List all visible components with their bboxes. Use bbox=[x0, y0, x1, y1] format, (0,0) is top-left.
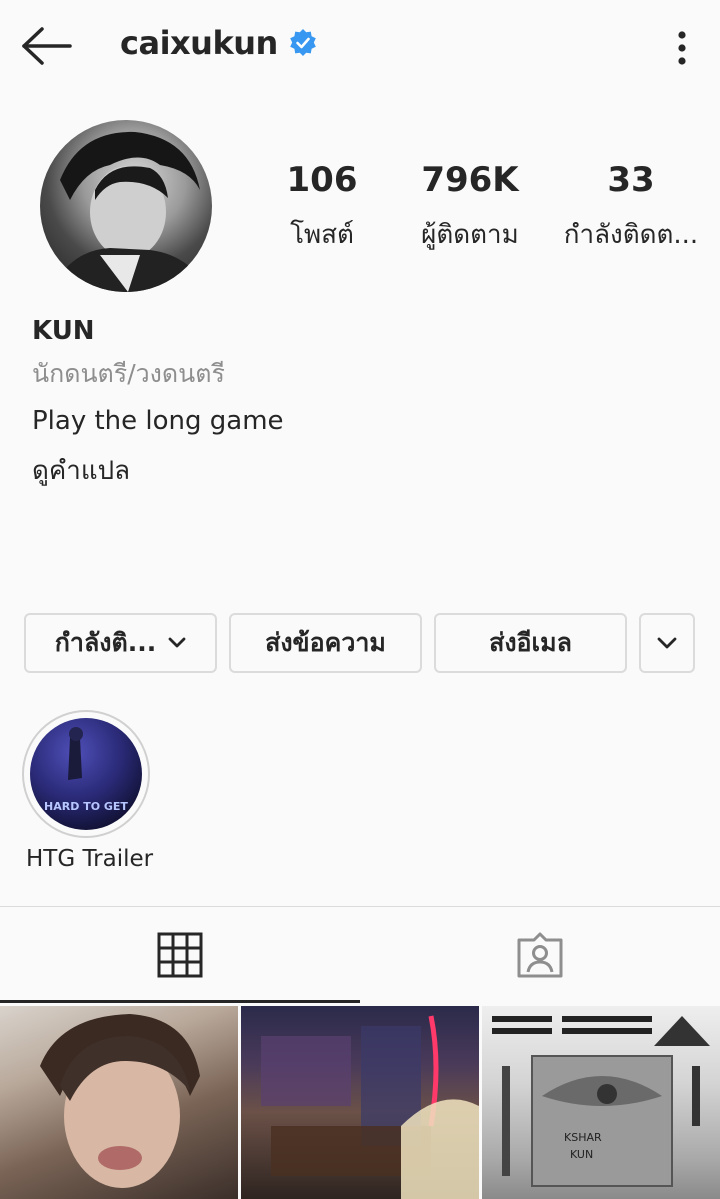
highlight-ring: HARD TO GET bbox=[22, 710, 150, 838]
post-thumbnail[interactable] bbox=[0, 1006, 238, 1199]
following-label: กำลังติดต... bbox=[563, 220, 699, 250]
back-button[interactable] bbox=[18, 26, 74, 66]
profile-category: นักดนตรี/วงดนตรี bbox=[32, 359, 225, 388]
top-bar: caixukun bbox=[0, 0, 720, 92]
username: caixukun bbox=[120, 24, 278, 62]
post-artwork: KSHAR KUN bbox=[492, 1016, 710, 1187]
following-count: 33 bbox=[607, 160, 655, 200]
chevron-down-icon bbox=[168, 637, 186, 648]
post-artwork-text-2: KUN bbox=[570, 1148, 593, 1161]
avatar-photo bbox=[50, 131, 210, 292]
email-button[interactable]: ส่งอีเมล bbox=[434, 613, 627, 673]
highlight-cover: HARD TO GET bbox=[30, 718, 142, 830]
suggested-accounts-button[interactable] bbox=[639, 613, 695, 673]
profile-stats: 106 โพสต์ 796K ผู้ติดตาม 33 กำลังติดต... bbox=[270, 160, 720, 260]
posts-count: 106 bbox=[286, 160, 358, 200]
profile-bio: KUN นักดนตรี/วงดนตรี Play the long game … bbox=[32, 316, 692, 491]
message-button-label: ส่งข้อความ bbox=[265, 628, 386, 657]
message-button[interactable]: ส่งข้อความ bbox=[229, 613, 422, 673]
post-photo bbox=[40, 1014, 200, 1188]
following-button-label: กำลังติ... bbox=[54, 628, 157, 657]
highlight-label: HTG Trailer bbox=[26, 846, 154, 872]
highlight-cover-text: HARD TO GET bbox=[44, 800, 128, 813]
more-options-button[interactable] bbox=[666, 28, 698, 68]
profile-username-header: caixukun bbox=[120, 24, 318, 62]
post-thumbnail[interactable]: KSHAR KUN bbox=[482, 1006, 720, 1199]
post-artwork-text-1: KSHAR bbox=[564, 1131, 602, 1144]
verified-badge-icon bbox=[289, 29, 316, 56]
post-photo bbox=[261, 1015, 479, 1199]
highlight-cover-art: HARD TO GET bbox=[44, 727, 128, 813]
posts-label: โพสต์ bbox=[290, 220, 354, 250]
story-highlight[interactable]: HARD TO GET bbox=[22, 710, 150, 838]
followers-label: ผู้ติดตาม bbox=[421, 220, 519, 250]
stat-followers[interactable]: 796K ผู้ติดตาม bbox=[400, 160, 540, 255]
bio-text: Play the long game bbox=[32, 406, 284, 436]
chevron-down-icon bbox=[657, 637, 677, 648]
tab-posts-grid[interactable] bbox=[0, 907, 360, 1003]
profile-name: KUN bbox=[32, 316, 95, 346]
email-button-label: ส่งอีเมล bbox=[489, 628, 572, 657]
following-button[interactable]: กำลังติ... bbox=[24, 613, 217, 673]
post-thumbnail[interactable] bbox=[241, 1006, 479, 1199]
grid-icon bbox=[157, 932, 203, 978]
followers-count: 796K bbox=[421, 160, 519, 200]
more-vertical-icon bbox=[678, 31, 686, 65]
stat-posts[interactable]: 106 โพสต์ bbox=[270, 160, 374, 255]
profile-avatar[interactable] bbox=[40, 120, 212, 292]
active-tab-indicator bbox=[0, 1000, 360, 1003]
tagged-person-icon bbox=[517, 932, 563, 978]
see-translation-link[interactable]: ดูคำแปล bbox=[32, 450, 692, 491]
tab-tagged[interactable] bbox=[360, 907, 720, 1003]
arrow-left-icon bbox=[22, 27, 72, 65]
stat-following[interactable]: 33 กำลังติดต... bbox=[550, 160, 712, 255]
